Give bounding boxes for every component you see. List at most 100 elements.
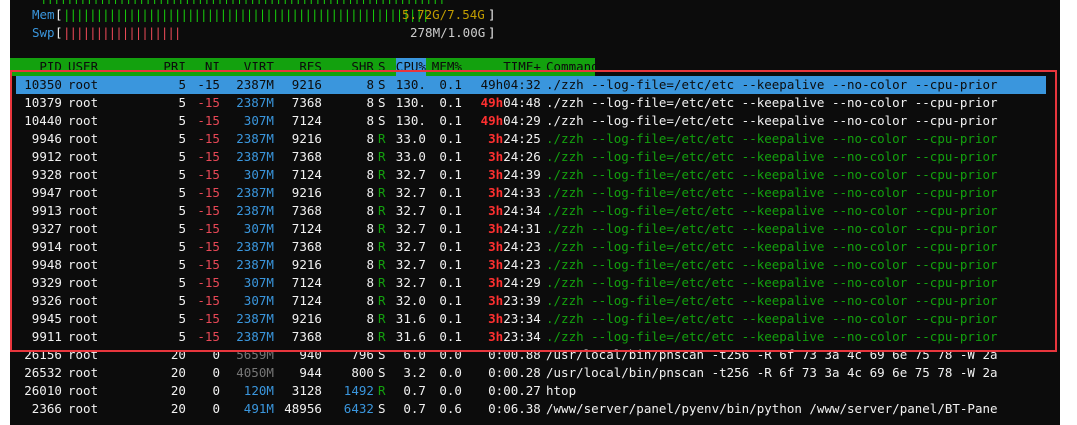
cell-mem: 0.1 xyxy=(439,221,462,236)
cell-virt: 2387M xyxy=(236,239,274,254)
cell-res: 9216 xyxy=(291,185,322,200)
cell-pid: 10379 xyxy=(24,95,62,110)
cell-s: R xyxy=(378,149,386,164)
cell-time: 49h04:32 xyxy=(480,77,541,92)
cell-time: 3h23:39 xyxy=(488,293,541,308)
cell-mem: 0.1 xyxy=(439,293,462,308)
process-row[interactable]: 9328 root 5 -15 307M 7124 8 R 32.7 0.1 3h24:39 ./zz… xyxy=(10,166,1060,184)
cell-shr: 8 xyxy=(366,113,374,128)
cell-virt: 307M xyxy=(243,221,274,236)
process-row[interactable]: 26156 root 20 0 5659M 940 796 S 6.0 0.0 0:00.88/us… xyxy=(10,346,1060,364)
process-row[interactable]: 26532 root 20 0 4050M 944 800 S 3.2 0.0 0:00.28/us… xyxy=(10,364,1060,382)
cell-command: ./zzh --log-file=/etc/etc --keepalive --… xyxy=(546,167,998,182)
column-header-pri[interactable]: PRI xyxy=(163,58,186,76)
cell-s: R xyxy=(378,185,386,200)
cell-res: 7368 xyxy=(291,95,322,110)
cell-virt: 2387M xyxy=(236,95,274,110)
process-row[interactable]: 10440 root 5 -15 307M 7124 8 S 130. 0.1 49h04:29 ./… xyxy=(10,112,1060,130)
cell-virt: 120M xyxy=(243,383,274,398)
column-header-command[interactable]: Command xyxy=(546,58,599,76)
mem-meter-label: Mem xyxy=(32,7,55,22)
process-row[interactable]: 9947 root 5 -15 2387M 9216 8 R 32.7 0.1 3h24:33 ./z… xyxy=(10,184,1060,202)
process-table-header[interactable]: PID USER PRI NI VIRT RES SHR S CPU% MEM% TIME+ Comm… xyxy=(10,58,599,76)
column-header-virt[interactable]: VIRT xyxy=(244,58,274,76)
cell-pri: 5 xyxy=(178,185,186,200)
cell-shr: 8 xyxy=(366,257,374,272)
process-row-selected[interactable]: 10350 root 5 -15 2387M 9216 8 S 130. 0.1 49h04:32.… xyxy=(16,76,1046,94)
cell-virt: 2387M xyxy=(236,149,274,164)
process-row[interactable]: 9911 root 5 -15 2387M 7368 8 R 31.6 0.1 3h23:34 ./z… xyxy=(10,328,1060,346)
process-row[interactable]: 9912 root 5 -15 2387M 7368 8 R 33.0 0.1 3h24:26 ./z… xyxy=(10,148,1060,166)
cell-user: root xyxy=(68,149,99,164)
cell-res: 9216 xyxy=(291,311,322,326)
cell-pid: 9911 xyxy=(31,329,62,344)
cell-mem: 0.1 xyxy=(439,131,462,146)
column-header-mem[interactable]: MEM% xyxy=(432,58,462,76)
column-header-time[interactable]: TIME+ xyxy=(503,58,541,76)
cell-cpu: 32.7 xyxy=(395,275,426,290)
cell-res: 9216 xyxy=(291,131,322,146)
cell-res: 7124 xyxy=(291,221,322,236)
cell-time: 0:00.27 xyxy=(488,383,541,398)
cell-mem: 0.1 xyxy=(439,275,462,290)
cell-user: root xyxy=(68,311,99,326)
cell-ni: 0 xyxy=(212,347,220,362)
cell-pid: 10440 xyxy=(24,113,62,128)
cell-pri: 20 xyxy=(170,347,186,362)
cell-ni: -15 xyxy=(197,149,220,164)
cell-pri: 5 xyxy=(178,293,186,308)
cell-pri: 20 xyxy=(170,401,186,416)
cell-command: ./zzh --log-file=/etc/etc --keepalive --… xyxy=(546,113,998,128)
cell-ni: -15 xyxy=(197,275,220,290)
column-header-ni[interactable]: NI xyxy=(205,58,220,76)
cell-cpu: 31.6 xyxy=(395,311,426,326)
cell-res: 9216 xyxy=(291,77,322,92)
cell-pri: 5 xyxy=(178,131,186,146)
cell-user: root xyxy=(68,131,99,146)
process-row[interactable]: 9329 root 5 -15 307M 7124 8 R 32.7 0.1 3h24:29 ./zz… xyxy=(10,274,1060,292)
cell-pid: 10350 xyxy=(24,77,62,92)
cell-command: ./zzh --log-file=/etc/etc --keepalive --… xyxy=(546,203,998,218)
process-row[interactable]: 2366 root 20 0 491M 48956 6432 S 0.7 0.6 0:06.38/w… xyxy=(10,400,1060,418)
process-row[interactable]: 9914 root 5 -15 2387M 7368 8 R 32.7 0.1 3h24:23 ./z… xyxy=(10,238,1060,256)
cell-time: 3h24:26 xyxy=(488,149,541,164)
cell-s: S xyxy=(378,365,386,380)
cell-virt: 307M xyxy=(243,167,274,182)
cell-virt: 2387M xyxy=(236,185,274,200)
cell-mem: 0.1 xyxy=(439,239,462,254)
process-row[interactable]: 9913 root 5 -15 2387M 7368 8 R 32.7 0.1 3h24:34 ./z… xyxy=(10,202,1060,220)
column-header-cpu[interactable]: CPU% xyxy=(395,58,426,76)
cell-command: ./zzh --log-file=/etc/etc --keepalive --… xyxy=(546,275,998,290)
cell-s: S xyxy=(378,95,386,110)
process-row[interactable]: 9326 root 5 -15 307M 7124 8 R 32.0 0.1 3h23:39 ./zz… xyxy=(10,292,1060,310)
process-row[interactable]: 9327 root 5 -15 307M 7124 8 R 32.7 0.1 3h24:31 ./zz… xyxy=(10,220,1060,238)
cell-virt: 2387M xyxy=(236,203,274,218)
cell-mem: 0.1 xyxy=(439,329,462,344)
process-row[interactable]: 9945 root 5 -15 2387M 9216 8 R 31.6 0.1 3h23:34 ./z… xyxy=(10,310,1060,328)
cell-cpu: 32.0 xyxy=(395,293,426,308)
cell-command: ./zzh --log-file=/etc/etc --keepalive --… xyxy=(546,185,998,200)
process-row[interactable]: 10379 root 5 -15 2387M 7368 8 S 130. 0.1 49h04:48.… xyxy=(10,94,1060,112)
cell-time: 49h04:48 xyxy=(480,95,541,110)
column-header-pid[interactable]: PID xyxy=(39,58,62,76)
cell-cpu: 32.7 xyxy=(395,203,426,218)
cell-s: S xyxy=(378,113,386,128)
cell-command: ./zzh --log-file=/etc/etc --keepalive --… xyxy=(546,95,998,110)
process-row[interactable]: 9946 root 5 -15 2387M 9216 8 R 33.0 0.1 3h24:25 ./z… xyxy=(10,130,1060,148)
cell-shr: 8 xyxy=(366,131,374,146)
cell-command: /usr/local/bin/pnscan -t256 -R 6f 73 3a … xyxy=(546,365,998,380)
cell-shr: 796 xyxy=(351,347,374,362)
htop-terminal[interactable]: ||||||||||||||||||||||||||||||||||||||||… xyxy=(10,0,1060,425)
column-header-shr[interactable]: SHR xyxy=(351,58,374,76)
column-header-user[interactable]: USER xyxy=(68,58,98,76)
cell-pri: 5 xyxy=(178,149,186,164)
cell-shr: 8 xyxy=(366,95,374,110)
column-header-res[interactable]: RES xyxy=(299,58,322,76)
process-row[interactable]: 26010 root 20 0 120M 3128 1492 R 0.7 0.0 0:00.27 ht… xyxy=(10,382,1060,400)
process-row[interactable]: 9948 root 5 -15 2387M 9216 8 R 32.7 0.1 3h24:23 ./z… xyxy=(10,256,1060,274)
column-header-s[interactable]: S xyxy=(378,58,386,76)
cell-mem: 0.1 xyxy=(439,185,462,200)
cell-ni: -15 xyxy=(197,329,220,344)
cell-pri: 5 xyxy=(178,221,186,236)
cell-s: R xyxy=(378,167,386,182)
